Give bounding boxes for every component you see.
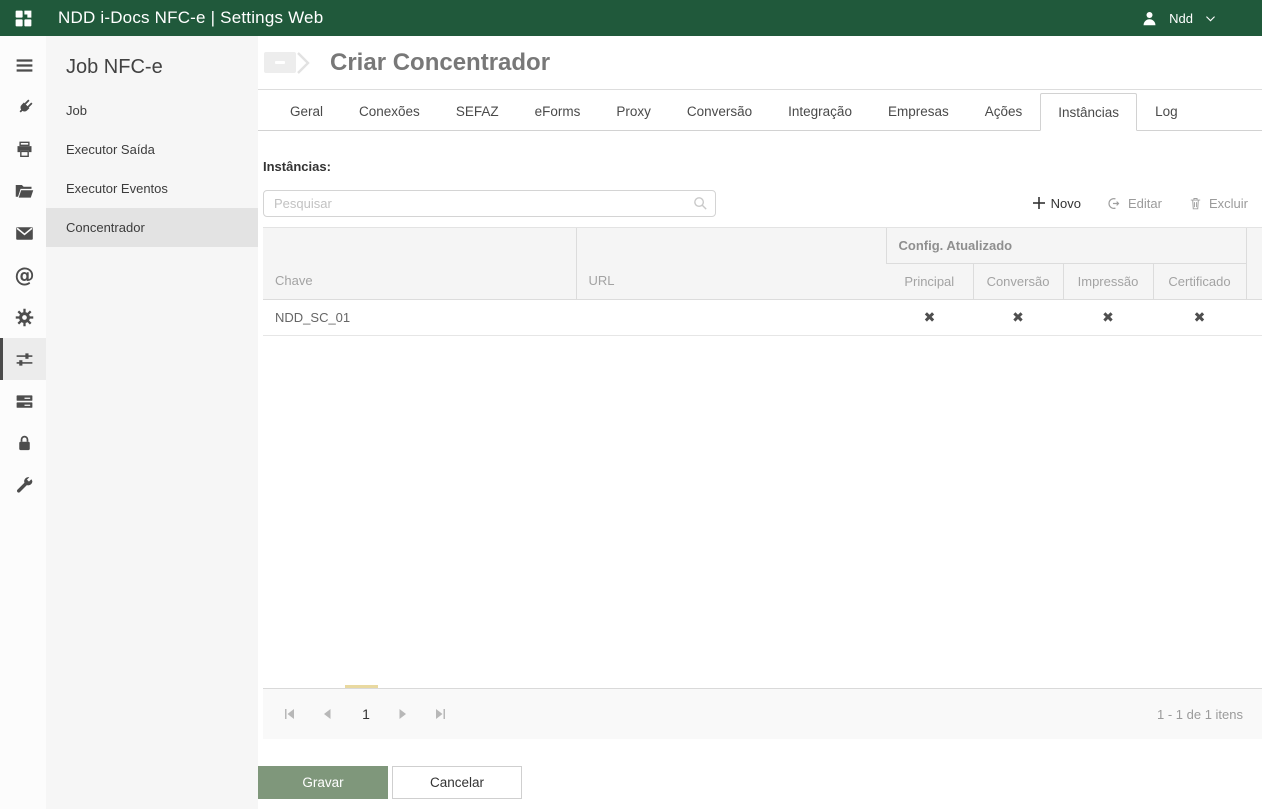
column-header-url[interactable]: URL: [575, 227, 886, 300]
server-icon: [16, 394, 33, 408]
grid-toolbar: Novo Editar Excluir: [263, 189, 1262, 217]
search-icon[interactable]: [692, 195, 709, 212]
sidebar-item-executor-saida[interactable]: Executor Saída: [46, 130, 258, 169]
app-title: NDD i-Docs NFC-e | Settings Web: [58, 8, 324, 27]
status-x-certificado: ✖: [1193, 309, 1206, 326]
editar-button[interactable]: Editar: [1107, 196, 1162, 211]
user-menu[interactable]: Ndd: [1140, 9, 1262, 28]
column-header-certificado[interactable]: Certificado: [1152, 263, 1246, 300]
sliders-icon: [16, 352, 33, 366]
tab-geral[interactable]: Geral: [272, 94, 341, 130]
plus-icon: [1032, 197, 1045, 209]
breadcrumb-icon: [264, 50, 312, 76]
pager-current-page[interactable]: 1: [354, 706, 378, 722]
page-title-row: Criar Concentrador: [258, 36, 1262, 90]
sidebar-item-concentrador[interactable]: Concentrador: [46, 208, 258, 247]
rail-item-folder[interactable]: [0, 170, 46, 212]
column-group-config-atualizado: Config. Atualizado: [885, 227, 1246, 264]
column-header-conversao[interactable]: Conversão: [972, 263, 1063, 300]
column-header-filler: [1245, 227, 1262, 300]
icon-rail: @: [0, 36, 46, 809]
status-x-conversao: ✖: [1012, 309, 1024, 326]
pager-prev-button[interactable]: [316, 703, 338, 725]
pager-next-icon: [399, 709, 406, 719]
tab-empresas[interactable]: Empresas: [870, 94, 967, 130]
sidebar-item-executor-eventos[interactable]: Executor Eventos: [46, 169, 258, 208]
rail-item-printer[interactable]: [0, 128, 46, 170]
rail-item-wrench[interactable]: [0, 464, 46, 506]
app-logo[interactable]: [0, 8, 46, 29]
tab-acoes[interactable]: Ações: [967, 94, 1041, 130]
sidebar: Job NFC-e Job Executor Saída Executor Ev…: [46, 36, 258, 809]
sidebar-item-job[interactable]: Job: [46, 91, 258, 130]
column-header-impressao[interactable]: Impressão: [1062, 263, 1153, 300]
tab-instancias[interactable]: Instâncias: [1040, 93, 1138, 131]
novo-button[interactable]: Novo: [1032, 196, 1081, 211]
tab-proxy[interactable]: Proxy: [598, 94, 669, 130]
sidebar-title: Job NFC-e: [66, 56, 163, 78]
app-grid-icon: [15, 10, 31, 26]
menu-icon: [16, 58, 33, 72]
table-row[interactable]: NDD_SC_01 ✖ ✖ ✖ ✖: [263, 300, 1262, 336]
tab-conversao[interactable]: Conversão: [669, 94, 770, 130]
scrollbar-thumb[interactable]: [345, 685, 378, 688]
tab-log[interactable]: Log: [1137, 94, 1196, 130]
tab-eforms[interactable]: eForms: [517, 94, 599, 130]
rail-item-mail[interactable]: [0, 212, 46, 254]
section-label: Instâncias:: [263, 159, 331, 174]
plug-icon: [19, 99, 33, 112]
user-icon: [1143, 11, 1156, 25]
status-x-impressao: ✖: [1102, 309, 1114, 326]
user-name: Ndd: [1169, 10, 1193, 26]
form-footer: Gravar Cancelar: [258, 766, 1262, 799]
cell-chave: NDD_SC_01: [275, 310, 351, 325]
status-x-principal: ✖: [923, 309, 936, 326]
pager-first-button[interactable]: [278, 703, 300, 725]
search-input[interactable]: [263, 189, 716, 217]
pager-info: 1 - 1 de 1 itens: [1157, 706, 1243, 722]
rail-item-gear[interactable]: [0, 296, 46, 338]
cancelar-button[interactable]: Cancelar: [392, 766, 522, 799]
app-header: NDD i-Docs NFC-e | Settings Web Ndd: [0, 0, 1262, 36]
pager-last-button[interactable]: [430, 703, 452, 725]
cell-url: [576, 300, 886, 336]
rail-item-server[interactable]: [0, 380, 46, 422]
pager-prev-icon: [324, 709, 331, 719]
gear-icon: [15, 308, 34, 326]
excluir-button[interactable]: Excluir: [1188, 196, 1248, 211]
wrench-icon: [16, 476, 33, 493]
column-header-chave[interactable]: Chave: [263, 227, 576, 300]
mail-icon: [16, 226, 33, 240]
tab-sefaz[interactable]: SEFAZ: [438, 94, 517, 130]
printer-icon: [17, 141, 32, 157]
pager-last-icon: [436, 709, 445, 719]
instances-grid: Chave URL Config. Atualizado Principal C…: [263, 227, 1262, 739]
trash-icon: [1190, 197, 1201, 209]
folder-open-icon: [15, 184, 34, 198]
rail-item-lock[interactable]: [0, 422, 46, 464]
tab-integracao[interactable]: Integração: [770, 94, 870, 130]
column-header-principal[interactable]: Principal: [886, 263, 973, 300]
edit-icon: [1108, 197, 1120, 209]
rail-item-at[interactable]: @: [0, 254, 46, 296]
tabstrip: Geral Conexões SEFAZ eForms Proxy Conver…: [258, 90, 1262, 131]
pager: 1 1 - 1 de 1 itens: [263, 688, 1262, 739]
pager-next-button[interactable]: [392, 703, 414, 725]
rail-item-plug[interactable]: [0, 86, 46, 128]
tab-conexoes[interactable]: Conexões: [341, 94, 438, 130]
rail-item-menu[interactable]: [0, 44, 46, 86]
breadcrumb-chevron-icon: [297, 51, 310, 74]
gravar-button[interactable]: Gravar: [258, 766, 388, 799]
lock-icon: [19, 435, 30, 450]
page-title: Criar Concentrador: [330, 48, 551, 76]
chevron-down-icon: [1206, 15, 1215, 21]
pager-first-icon: [285, 709, 294, 719]
at-icon: @: [14, 263, 35, 287]
rail-item-sliders[interactable]: [0, 338, 46, 380]
